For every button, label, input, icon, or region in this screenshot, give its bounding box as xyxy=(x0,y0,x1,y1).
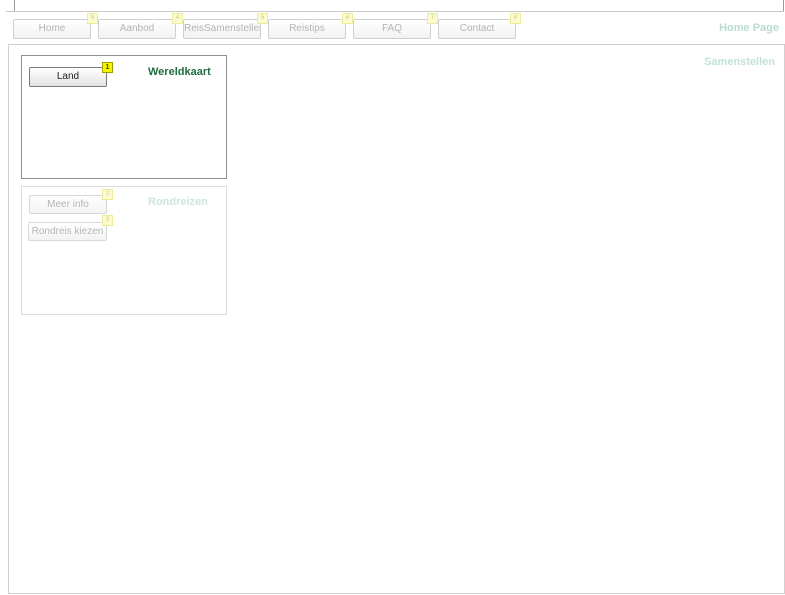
nav-aanbod-badge: 4 xyxy=(172,13,183,24)
nav-home-badge: 9 xyxy=(87,13,98,24)
wereldkaart-panel: Land 1 Wereldkaart xyxy=(21,55,227,179)
nav-aanbod-button[interactable]: Aanbod xyxy=(98,19,176,39)
page-label: Home Page xyxy=(719,22,779,34)
meer-info-badge: 2 xyxy=(102,189,113,200)
frame-tick-right xyxy=(783,0,784,11)
frame-tick-left xyxy=(14,0,15,11)
section-title: Samenstellen xyxy=(704,56,775,68)
top-frame-line xyxy=(6,0,784,12)
nav-home-button[interactable]: Home xyxy=(13,19,91,39)
nav-reissamenstellen-button[interactable]: ReisSamenstellen xyxy=(183,19,261,39)
land-button[interactable]: Land xyxy=(29,67,107,87)
nav-reissamenstellen-badge: 5 xyxy=(257,13,268,24)
wereldkaart-title: Wereldkaart xyxy=(148,66,211,78)
nav-reistips-badge: 6 xyxy=(342,13,353,24)
rondreis-kiezen-badge: 3 xyxy=(102,215,113,226)
main-content: Samenstellen Land 1 Wereldkaart Meer inf… xyxy=(8,44,785,594)
rondreizen-panel: Meer info 2 Rondreis kiezen 3 Rondreizen xyxy=(21,186,227,315)
rondreizen-title: Rondreizen xyxy=(148,196,208,208)
meer-info-button[interactable]: Meer info xyxy=(29,195,107,214)
rondreis-kiezen-button[interactable]: Rondreis kiezen xyxy=(28,222,107,241)
nav-faq-badge: 7 xyxy=(427,13,438,24)
nav-reistips-button[interactable]: Reistips xyxy=(268,19,346,39)
nav-contact-button[interactable]: Contact xyxy=(438,19,516,39)
land-badge: 1 xyxy=(102,62,113,73)
nav-contact-badge: 8 xyxy=(510,13,521,24)
nav-faq-button[interactable]: FAQ xyxy=(353,19,431,39)
